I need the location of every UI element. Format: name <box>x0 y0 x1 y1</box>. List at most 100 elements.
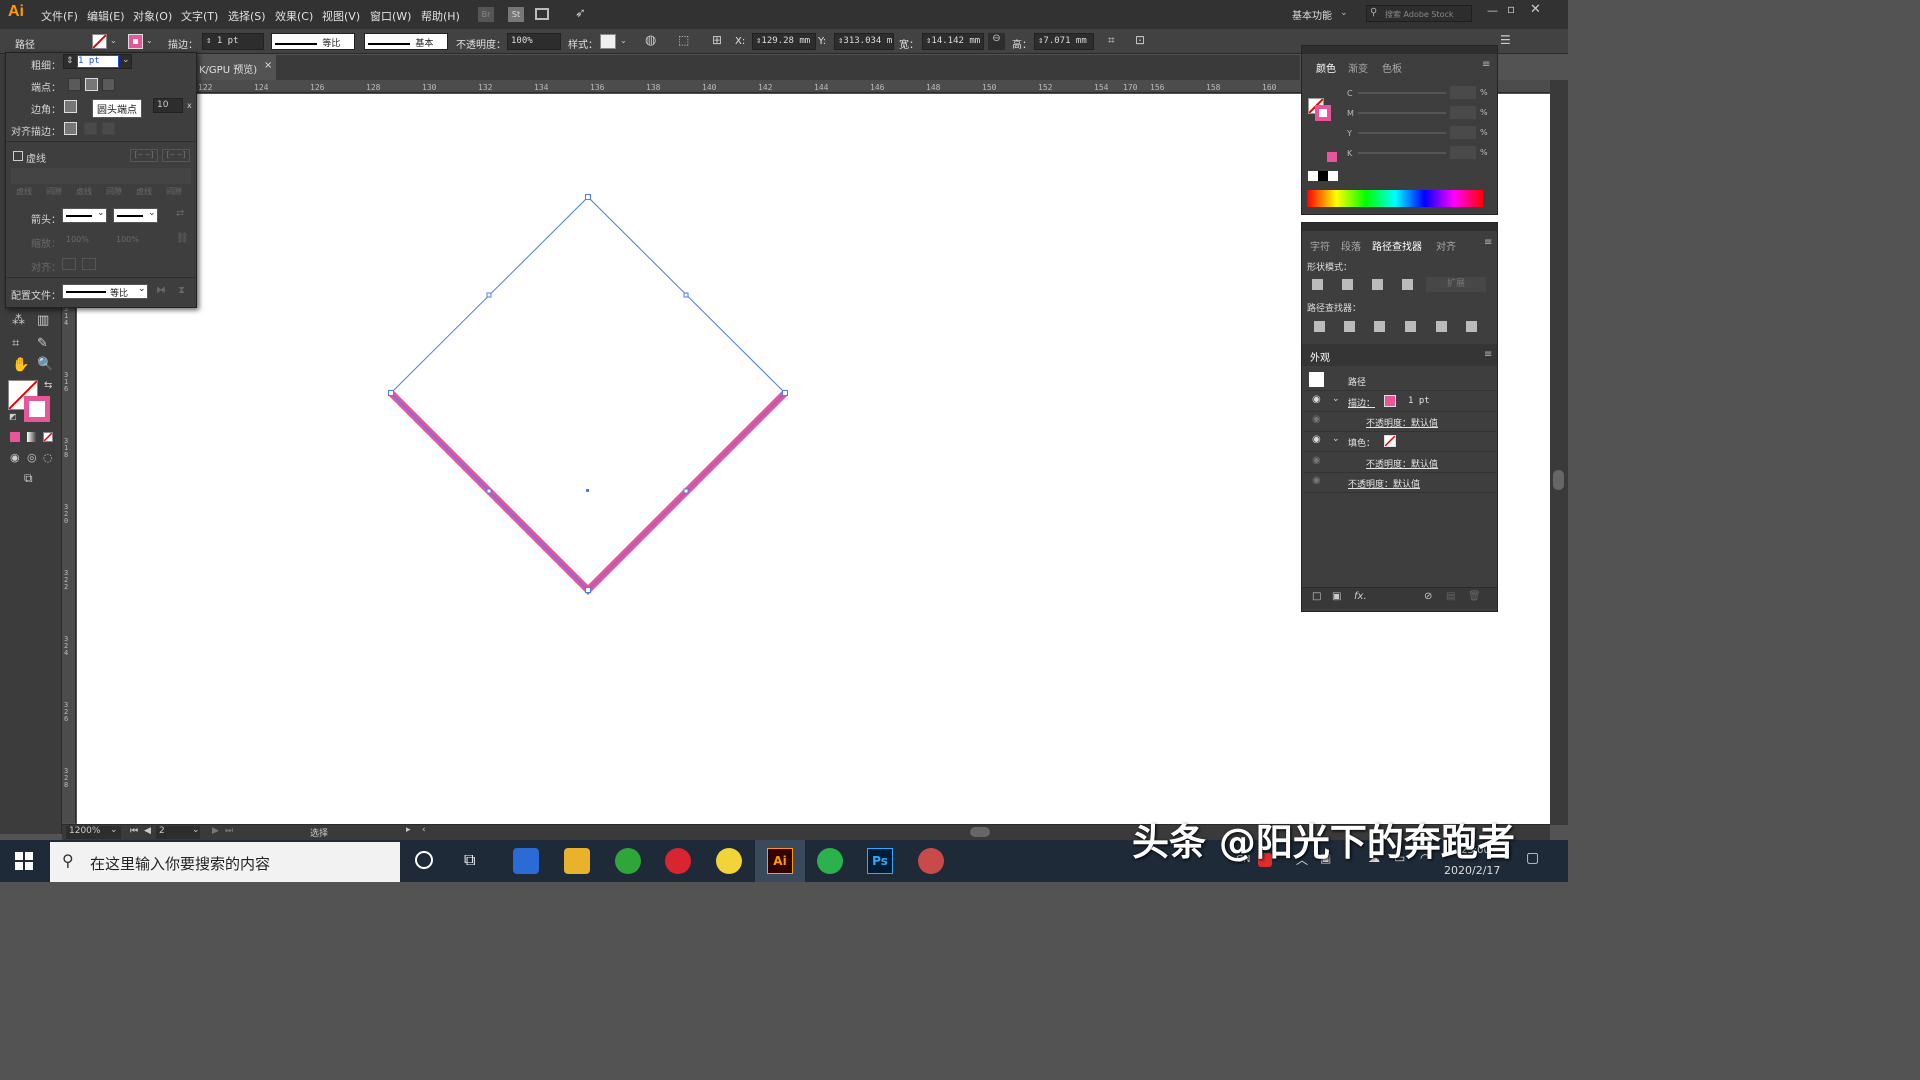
app-icon[interactable] <box>918 848 944 874</box>
tab-character[interactable]: 字符 <box>1310 238 1330 253</box>
appearance-fill-row[interactable]: ◉ ⌄ 填色： <box>1304 432 1496 452</box>
none-swatch-small[interactable] <box>1308 171 1318 181</box>
gradient-mode-icon[interactable] <box>27 432 37 442</box>
trash-icon[interactable]: 🗑 <box>1468 591 1481 602</box>
eye-icon[interactable]: ◉ <box>1312 475 1321 486</box>
eye-icon[interactable]: ◉ <box>1312 434 1321 445</box>
symbol-sprayer-icon[interactable]: ⁂ <box>12 313 25 328</box>
tab-color[interactable]: 颜色 <box>1316 60 1336 75</box>
stroke-label[interactable]: 描边： <box>1348 396 1375 409</box>
chevron-down-icon[interactable]: ⌄ <box>97 208 105 218</box>
align-dash-button[interactable]: [‒ ‒] <box>162 149 190 162</box>
menu-window[interactable]: 窗口(W) <box>370 8 411 24</box>
y-field[interactable]: ⇕313.034 m <box>834 33 894 50</box>
value-k[interactable] <box>1450 146 1476 159</box>
tab-pathfinder[interactable]: 路径查找器 <box>1372 238 1422 253</box>
clear-appearance-icon[interactable]: ⊘ <box>1424 591 1432 602</box>
cortana-icon[interactable] <box>415 851 433 869</box>
midpoint-bottom-right[interactable] <box>683 488 689 494</box>
slider-y[interactable] <box>1358 132 1446 134</box>
chevron-down-icon[interactable]: ⌄ <box>1332 434 1340 444</box>
horizontal-scroll-thumb[interactable] <box>970 827 990 837</box>
artboard-tool-icon[interactable]: ⌗ <box>12 336 19 351</box>
x-field[interactable]: ⇕129.28 mm <box>752 33 816 50</box>
appearance-object-opacity-row[interactable]: ◉ 不透明度：默认值 <box>1304 473 1496 493</box>
minimize-icon[interactable]: — <box>1487 4 1498 17</box>
store-icon[interactable] <box>513 848 539 874</box>
unite-button[interactable] <box>1312 279 1323 290</box>
stroke-weight-field[interactable]: ⇕ 1 pt <box>202 33 264 50</box>
music-app-icon[interactable] <box>665 848 691 874</box>
reference-point-icon[interactable]: ⊞ <box>712 33 722 47</box>
fill-opacity-label[interactable]: 不透明度：默认值 <box>1366 457 1438 470</box>
vertical-scrollbar[interactable] <box>1550 80 1568 825</box>
panel-menu-icon[interactable]: ≡ <box>1484 349 1492 360</box>
swap-fill-stroke-icon[interactable]: ⇆ <box>44 380 52 391</box>
exclude-button[interactable] <box>1402 279 1413 290</box>
chevron-down-icon[interactable]: ⌄ <box>138 284 146 294</box>
taskbar-search-box[interactable]: ⚲ 在这里输入你要搜索的内容 <box>50 842 400 882</box>
chevron-down-icon[interactable]: ⌄ <box>1340 8 1348 18</box>
opacity-field[interactable]: 100% <box>507 33 561 50</box>
value-m[interactable] <box>1450 106 1476 119</box>
expand-button[interactable]: 扩展 <box>1426 277 1486 292</box>
diamond-path-outline[interactable] <box>390 196 786 591</box>
first-artboard-icon[interactable]: ⏮ <box>130 826 138 836</box>
menu-file[interactable]: 文件(F) <box>41 8 78 24</box>
last-artboard-icon[interactable]: ⏭ <box>225 826 233 836</box>
isolate-icon[interactable]: ⊡ <box>1135 33 1145 47</box>
tab-swatches[interactable]: 色板 <box>1382 60 1402 75</box>
anchor-point-right[interactable] <box>782 390 788 396</box>
butt-cap-button[interactable] <box>68 78 81 91</box>
appearance-stroke-opacity-row[interactable]: ◉ 不透明度：默认值 <box>1304 412 1496 432</box>
stroke-swatch[interactable] <box>1384 395 1396 407</box>
chevron-down-icon[interactable]: ⌄ <box>110 825 118 835</box>
arrow-align-place-button[interactable] <box>82 258 96 270</box>
fill-none-swatch[interactable] <box>92 34 107 49</box>
menu-type[interactable]: 文字(T) <box>181 8 218 24</box>
bridge-icon[interactable]: Br <box>478 7 494 22</box>
chevron-down-icon[interactable]: ⌄ <box>148 208 156 218</box>
slider-c[interactable] <box>1358 92 1446 94</box>
midpoint-top-right[interactable] <box>683 292 689 298</box>
previous-artboard-icon[interactable]: ◀ <box>144 826 151 836</box>
menu-effect[interactable]: 效果(C) <box>275 8 313 24</box>
link-proportions-icon[interactable]: ⊖ <box>988 33 1005 50</box>
eye-icon[interactable]: ◉ <box>1312 414 1321 425</box>
graphic-style-swatch[interactable] <box>600 34 616 49</box>
wechat-icon[interactable] <box>817 848 843 874</box>
divide-button[interactable] <box>1314 321 1325 332</box>
taskbar-illustrator-active[interactable]: Ai <box>755 840 805 882</box>
midpoint-top-left[interactable] <box>486 292 492 298</box>
value-c[interactable] <box>1450 86 1476 99</box>
menu-view[interactable]: 视图(V) <box>322 8 360 24</box>
none-mode-icon[interactable] <box>43 432 53 442</box>
swap-arrowheads-icon[interactable]: ⇄ <box>176 208 184 219</box>
last-color-swatch[interactable] <box>1327 152 1337 162</box>
screen-mode-icon[interactable]: ⧉ <box>24 471 33 486</box>
eye-icon[interactable]: ◉ <box>1312 394 1321 405</box>
crop-button[interactable] <box>1405 321 1416 332</box>
align-outside-button[interactable] <box>102 122 115 135</box>
black-swatch[interactable] <box>1318 171 1328 181</box>
stock-icon[interactable]: St <box>508 7 524 22</box>
tab-paragraph[interactable]: 段落 <box>1341 238 1361 253</box>
miter-limit-field[interactable]: 10 <box>153 98 183 113</box>
stroke-color-swatch[interactable] <box>128 34 143 49</box>
notification-icon[interactable]: ▢ <box>1526 850 1539 866</box>
fill-none-swatch[interactable] <box>1384 435 1396 447</box>
add-stroke-icon[interactable]: □ <box>1312 591 1321 602</box>
anchor-point-left[interactable] <box>388 390 394 396</box>
intersect-button[interactable] <box>1372 279 1383 290</box>
color-stroke-swatch[interactable] <box>1315 105 1331 121</box>
chevron-down-icon[interactable]: ⌄ <box>1332 394 1340 404</box>
draw-behind-icon[interactable]: ◎ <box>27 451 37 464</box>
maximize-icon[interactable]: ▫ <box>1507 2 1515 16</box>
height-field[interactable]: ⇕7.071 mm <box>1034 33 1094 50</box>
tab-align[interactable]: 对齐 <box>1436 238 1456 253</box>
column-graph-icon[interactable]: ▥ <box>37 313 49 328</box>
stepper-icon[interactable]: ⇕ <box>206 36 211 46</box>
midpoint-bottom-left[interactable] <box>486 488 492 494</box>
arrange-documents-icon[interactable] <box>535 8 549 20</box>
stroke-opacity-label[interactable]: 不透明度：默认值 <box>1366 416 1438 429</box>
